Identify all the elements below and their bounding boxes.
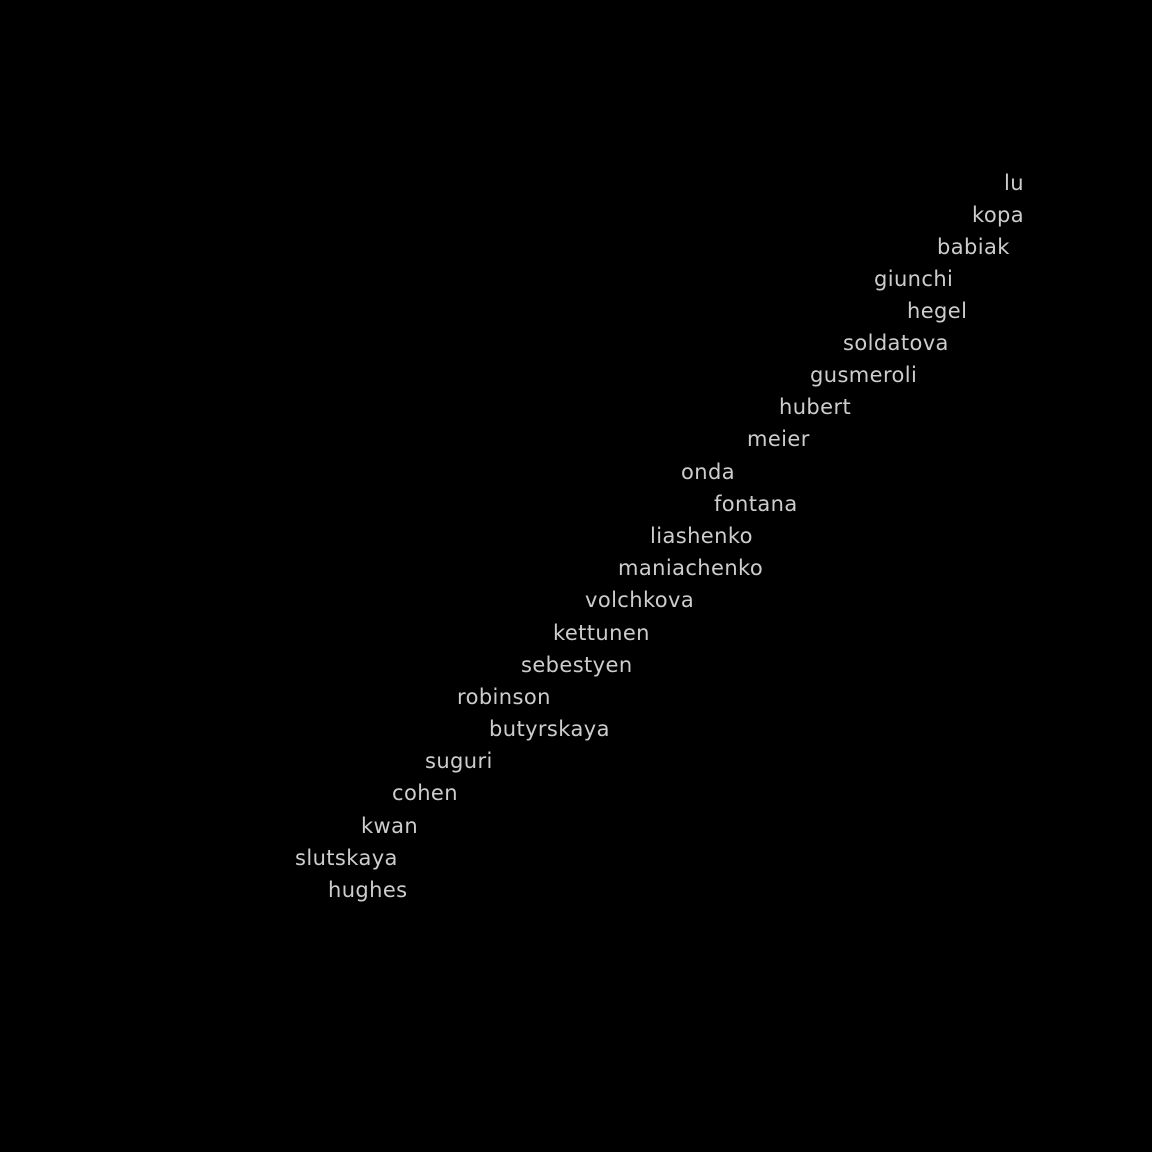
scatter-label: kettunen: [553, 621, 650, 645]
visualization-canvas: lu kopa babiak giunchi hegel soldatova gusmero…: [0, 0, 1152, 1152]
scatter-label: onda: [681, 460, 735, 484]
scatter-label: maniachenko: [618, 556, 764, 580]
scatter-label: liashenko: [650, 524, 753, 548]
scatter-label: cohen: [392, 781, 458, 805]
scatter-label: volchkova: [585, 588, 695, 612]
scatter-label: suguri: [425, 749, 493, 773]
scatter-label: kwan: [361, 814, 419, 838]
scatter-label: kopa: [972, 203, 1025, 227]
scatter-label: soldatova: [843, 331, 949, 355]
scatter-label: butyrskaya: [489, 717, 610, 741]
scatter-label: lu: [1004, 171, 1024, 195]
scatter-label: slutskaya: [295, 846, 398, 870]
scatter-label: hegel: [907, 299, 968, 323]
scatter-label: hughes: [328, 878, 408, 902]
scatter-label: fontana: [714, 492, 798, 516]
scatter-label: robinson: [457, 685, 551, 709]
scatter-label: babiak: [937, 235, 1010, 259]
scatter-label: sebestyen: [521, 653, 633, 677]
scatter-label: meier: [747, 427, 810, 451]
scatter-label: gusmeroli: [810, 363, 918, 387]
scatter-label: giunchi: [874, 267, 954, 291]
scatter-label: hubert: [779, 395, 852, 419]
